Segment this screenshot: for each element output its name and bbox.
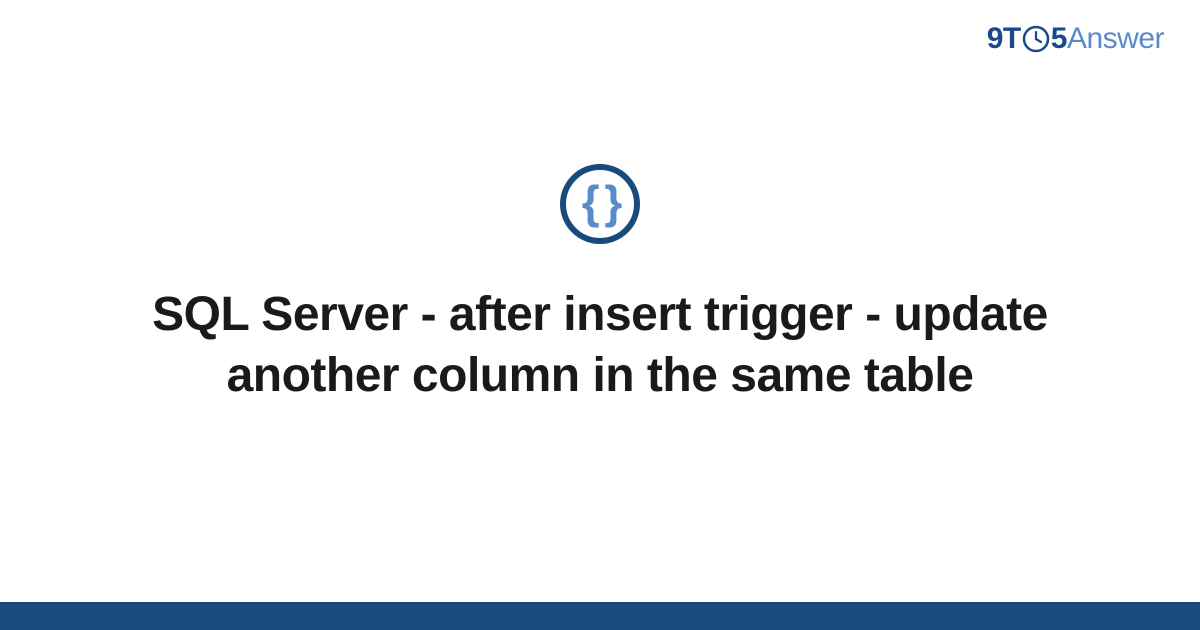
footer-bar: [0, 602, 1200, 630]
code-braces-icon: { }: [560, 164, 640, 244]
braces-glyph: { }: [582, 179, 619, 225]
page-title: SQL Server - after insert trigger - upda…: [130, 284, 1070, 407]
category-badge: { }: [560, 164, 640, 244]
main-content: { } SQL Server - after insert trigger - …: [0, 0, 1200, 600]
